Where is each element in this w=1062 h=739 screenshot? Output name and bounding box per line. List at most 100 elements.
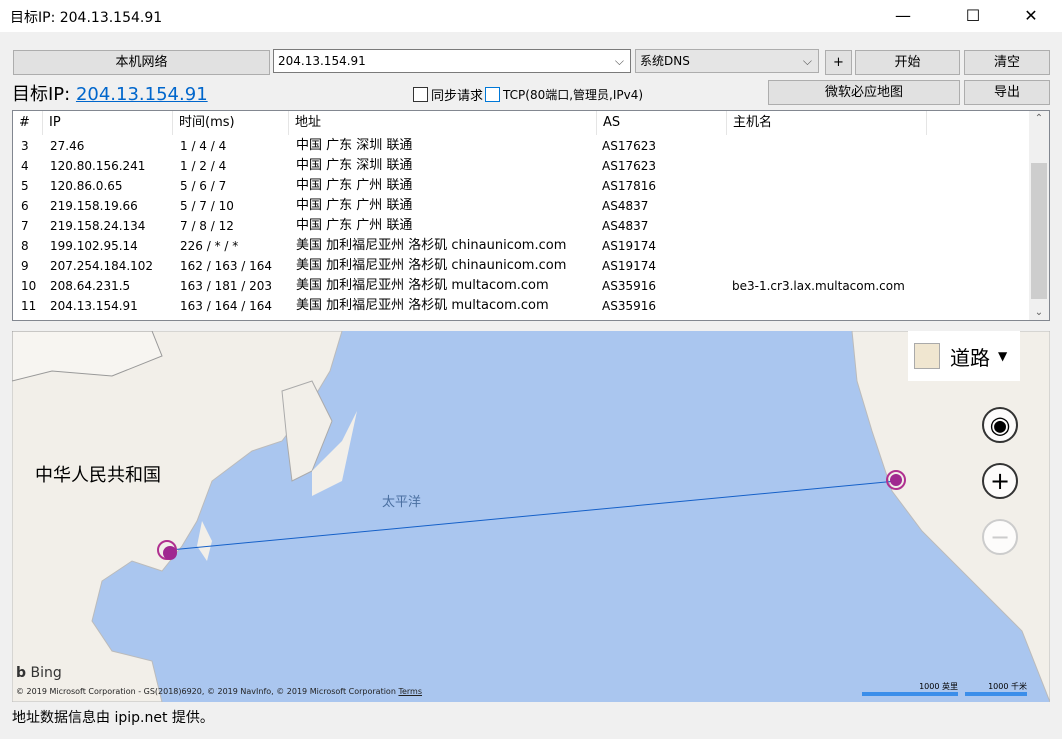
cell-as: AS17623: [602, 159, 656, 173]
scroll-down-icon[interactable]: ⌄: [1029, 307, 1049, 318]
maximize-button[interactable]: ☐: [950, 0, 996, 32]
status-suffix: 提供。: [167, 710, 214, 726]
col-header[interactable]: 时间(ms): [173, 111, 289, 135]
dns-value: 系统DNS: [640, 54, 690, 68]
map-style-label: 道路: [950, 345, 990, 370]
cell-addr: 美国 加利福尼亚州 洛杉矶 multacom.com: [296, 298, 549, 313]
dropdown-arrow-icon: ▼: [998, 349, 1008, 363]
cell-ip: 120.86.0.65: [50, 179, 123, 193]
sync-checkbox[interactable]: [413, 87, 428, 102]
cell-time: 1 / 4 / 4: [180, 139, 227, 153]
cell-addr: 美国 加利福尼亚州 洛杉矶 multacom.com: [296, 278, 549, 293]
hop-marker: [163, 546, 177, 560]
dns-select[interactable]: 系统DNS ⌵: [635, 49, 819, 73]
table-row[interactable]: 11 204.13.154.91 163 / 164 / 164 美国 加利福尼亚州 …: [13, 296, 1029, 316]
cell-ip: 204.13.154.91: [50, 299, 138, 313]
col-header[interactable]: #: [13, 111, 43, 135]
tcp-checkbox[interactable]: [485, 87, 501, 102]
bing-map-button[interactable]: 微软必应地图: [768, 80, 960, 105]
col-header[interactable]: IP: [43, 111, 173, 135]
status-prefix: 地址数据信息由: [12, 710, 115, 726]
cell-time: 226 / * / *: [180, 239, 239, 253]
col-header[interactable]: 主机名: [727, 111, 927, 135]
cell-as: AS35916: [602, 299, 656, 313]
ocean-label: 太平洋: [382, 495, 422, 510]
cell-ip: 207.254.184.102: [50, 259, 154, 273]
cell-n: 4: [21, 159, 29, 173]
cell-time: 163 / 164 / 164: [180, 299, 273, 313]
add-button[interactable]: +: [825, 50, 852, 75]
copyright-text: © 2019 Microsoft Corporation - GS(2018)6…: [16, 687, 396, 696]
title-bar: 目标IP: 204.13.154.91 — ☐ ✕: [0, 0, 1062, 32]
map-style-selector[interactable]: 道路 ▼: [908, 331, 1020, 381]
target-input-value: 204.13.154.91: [278, 54, 366, 68]
tcp-label: TCP(80端口,管理员,IPv4): [503, 88, 644, 102]
chevron-down-icon: ⌵: [802, 54, 812, 68]
hop-marker: [890, 474, 902, 486]
zoom-in-icon[interactable]: +: [982, 463, 1018, 499]
col-header[interactable]: 地址: [289, 111, 597, 135]
cell-n: 10: [21, 279, 37, 293]
cell-n: 9: [21, 259, 29, 273]
table-row[interactable]: 7 219.158.24.134 7 / 8 / 12 中国 广东 广州 联通 AS48…: [13, 216, 1029, 236]
cell-addr: 中国 广东 广州 联通: [296, 178, 413, 193]
cell-n: 8: [21, 239, 29, 253]
map[interactable]: 中华人民共和国 太平洋 道路 ▼ ◉ + − b Bing © 2019 Micr…: [12, 331, 1050, 702]
cell-ip: 219.158.24.134: [50, 219, 146, 233]
chevron-down-icon: ⌵: [614, 54, 624, 68]
clear-button[interactable]: 清空: [964, 50, 1050, 75]
cell-time: 7 / 8 / 12: [180, 219, 234, 233]
zoom-out-icon[interactable]: −: [982, 519, 1018, 555]
cell-ip: 199.102.95.14: [50, 239, 138, 253]
col-header[interactable]: AS: [597, 111, 727, 135]
route-line: [169, 480, 897, 551]
cell-ip: 219.158.19.66: [50, 199, 138, 213]
cell-addr: 中国 广东 深圳 联通: [296, 158, 413, 173]
road-map-icon: [914, 343, 940, 369]
target-ip-link[interactable]: 204.13.154.91: [76, 84, 208, 105]
target-input[interactable]: 204.13.154.91 ⌵: [273, 49, 631, 73]
cell-addr: 中国 广东 广州 联通: [296, 218, 413, 233]
cell-ip: 27.46: [50, 139, 85, 153]
cell-time: 1 / 2 / 4: [180, 159, 227, 173]
options: 同步请求 TCP(80端口,管理员,IPv4): [413, 85, 643, 104]
map-canvas: [12, 331, 1050, 702]
cell-n: 6: [21, 199, 29, 213]
local-network-button[interactable]: 本机网络: [13, 50, 270, 75]
cell-addr: 中国 广东 广州 联通: [296, 198, 413, 213]
cell-time: 163 / 181 / 203: [180, 279, 273, 293]
target-ip-label: 目标IP: 204.13.154.91: [12, 80, 208, 106]
table-row[interactable]: 8 199.102.95.14 226 / * / * 美国 加利福尼亚州 洛杉矶 c…: [13, 236, 1029, 256]
scroll-thumb[interactable]: [1031, 163, 1047, 299]
map-copyright: © 2019 Microsoft Corporation - GS(2018)6…: [16, 687, 422, 696]
scale-km: 1000 千米: [965, 681, 1027, 696]
table-row[interactable]: 9 207.254.184.102 162 / 163 / 164 美国 加利福尼亚州…: [13, 256, 1029, 276]
bing-text: Bing: [30, 665, 62, 681]
scroll-up-icon[interactable]: ⌃: [1029, 113, 1049, 124]
locate-icon[interactable]: ◉: [982, 407, 1018, 443]
cell-as: AS35916: [602, 279, 656, 293]
country-label: 中华人民共和国: [35, 465, 161, 486]
sync-label: 同步请求: [431, 89, 484, 104]
terms-link[interactable]: Terms: [398, 687, 422, 696]
cell-addr: 美国 加利福尼亚州 洛杉矶 chinaunicom.com: [296, 238, 567, 253]
table-row[interactable]: 4 120.80.156.241 1 / 2 / 4 中国 广东 深圳 联通 AS176…: [13, 156, 1029, 176]
close-button[interactable]: ✕: [1008, 0, 1054, 32]
table-row[interactable]: 5 120.86.0.65 5 / 6 / 7 中国 广东 广州 联通 AS17816: [13, 176, 1029, 196]
minimize-button[interactable]: —: [880, 0, 926, 32]
table-row[interactable]: 3 27.46 1 / 4 / 4 中国 广东 深圳 联通 AS17623: [13, 136, 1029, 156]
table-row[interactable]: 6 219.158.19.66 5 / 7 / 10 中国 广东 广州 联通 AS483…: [13, 196, 1029, 216]
cell-ip: 208.64.231.5: [50, 279, 131, 293]
table-row[interactable]: 10 208.64.231.5 163 / 181 / 203 美国 加利福尼亚州 洛…: [13, 276, 1029, 296]
scrollbar[interactable]: ⌃ ⌄: [1029, 111, 1049, 320]
ipip-link[interactable]: ipip.net: [114, 710, 167, 726]
cell-n: 5: [21, 179, 29, 193]
start-button[interactable]: 开始: [855, 50, 960, 75]
cell-n: 11: [21, 299, 37, 313]
cell-as: AS17816: [602, 179, 656, 193]
export-button[interactable]: 导出: [964, 80, 1050, 105]
cell-ip: 120.80.156.241: [50, 159, 146, 173]
cell-time: 5 / 6 / 7: [180, 179, 227, 193]
cell-time: 162 / 163 / 164: [180, 259, 273, 273]
cell-as: AS17623: [602, 139, 656, 153]
